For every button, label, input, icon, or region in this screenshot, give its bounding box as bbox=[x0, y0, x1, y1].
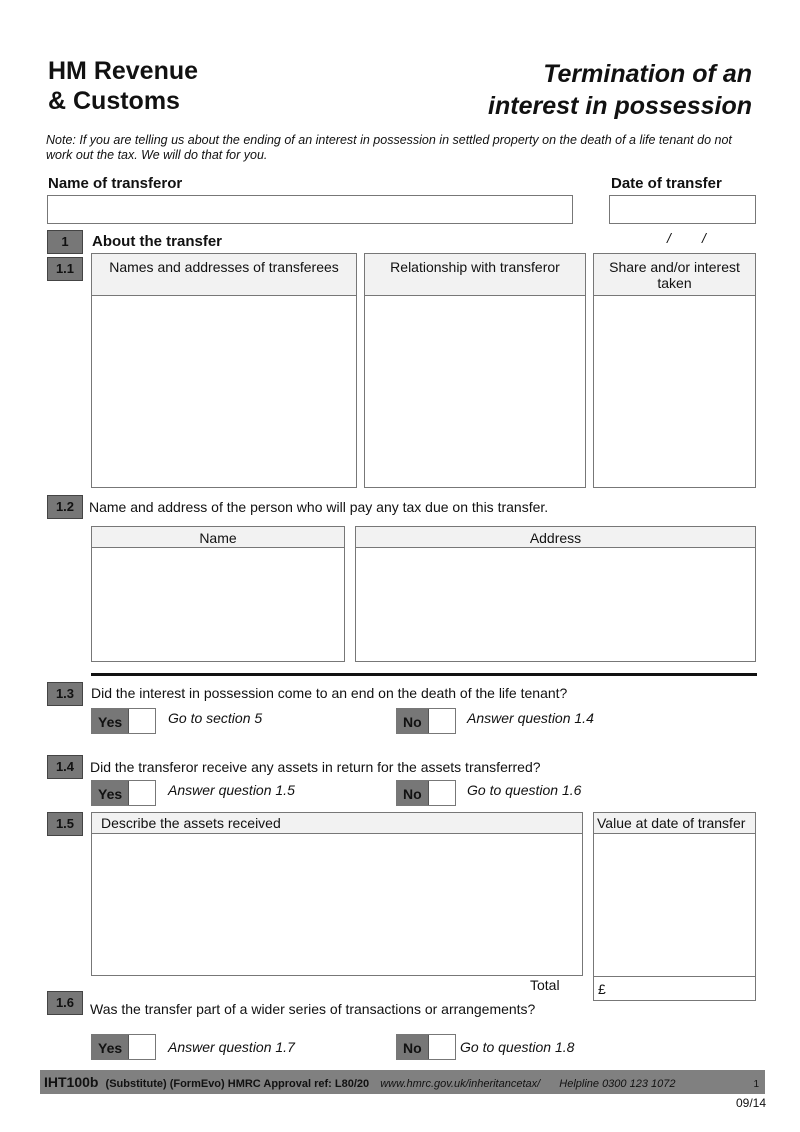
title-line-2: interest in possession bbox=[488, 92, 752, 120]
total-label: Total bbox=[530, 977, 560, 993]
question-number-1-5: 1.5 bbox=[47, 812, 83, 836]
value-column[interactable]: Value at date of transfer £ bbox=[593, 812, 756, 1001]
checkbox-square[interactable] bbox=[427, 1035, 455, 1059]
payer-address-header: Address bbox=[356, 527, 755, 548]
payer-address-field[interactable]: Address bbox=[355, 526, 756, 662]
no-label: No bbox=[397, 781, 428, 805]
org-name: HM Revenue & Customs bbox=[48, 56, 198, 116]
q1-4-yes-checkbox[interactable]: Yes bbox=[91, 780, 157, 806]
q1-6-no-instruction: Go to question 1.8 bbox=[460, 1039, 575, 1055]
checkbox-square[interactable] bbox=[128, 709, 156, 733]
total-value-field[interactable]: £ bbox=[594, 976, 755, 1001]
value-header: Value at date of transfer bbox=[594, 813, 755, 834]
question-number-1-3: 1.3 bbox=[47, 682, 83, 706]
question-number-1-4: 1.4 bbox=[47, 755, 83, 779]
checkbox-square[interactable] bbox=[427, 709, 455, 733]
q1-6-yes-instruction: Answer question 1.7 bbox=[168, 1039, 295, 1055]
question-number-1-2: 1.2 bbox=[47, 495, 83, 519]
question-number-1-6: 1.6 bbox=[47, 991, 83, 1015]
question-number-1-1: 1.1 bbox=[47, 257, 83, 281]
payer-name-field[interactable]: Name bbox=[91, 526, 345, 662]
checkbox-square[interactable] bbox=[128, 781, 156, 805]
org-line-1: HM Revenue bbox=[48, 57, 199, 85]
share-column[interactable]: Share and/or interest taken bbox=[593, 253, 756, 488]
date-separators: / / bbox=[666, 230, 706, 246]
currency-symbol: £ bbox=[598, 981, 606, 997]
note-text: Note: If you are telling us about the en… bbox=[46, 133, 732, 162]
q1-3-yes-instruction: Go to section 5 bbox=[168, 710, 263, 726]
yes-label: Yes bbox=[92, 1035, 129, 1059]
q1-6-no-checkbox[interactable]: No bbox=[396, 1034, 456, 1060]
q1-6-yes-checkbox[interactable]: Yes bbox=[91, 1034, 157, 1060]
title-line-1: Termination of an bbox=[543, 60, 752, 88]
assets-description-field[interactable]: Describe the assets received bbox=[91, 812, 583, 976]
date-of-transfer-label: Date of transfer bbox=[611, 175, 722, 192]
section-number: 1 bbox=[47, 230, 83, 254]
page-number: 1 bbox=[753, 1079, 759, 1090]
relationship-header: Relationship with transferor bbox=[365, 254, 585, 296]
transferees-header: Names and addresses of transferees bbox=[92, 254, 356, 296]
question-1-3-text: Did the interest in possession come to a… bbox=[91, 685, 568, 701]
org-line-2: & Customs bbox=[48, 87, 180, 115]
question-1-4-text: Did the transferor receive any assets in… bbox=[90, 759, 541, 775]
q1-3-no-checkbox[interactable]: No bbox=[396, 708, 456, 734]
checkbox-square[interactable] bbox=[128, 1035, 156, 1059]
website-link[interactable]: www.hmrc.gov.uk/inheritancetax/ bbox=[380, 1078, 540, 1090]
transferor-name-input[interactable] bbox=[47, 195, 573, 224]
form-code: IHT100b bbox=[44, 1074, 99, 1090]
payer-name-header: Name bbox=[92, 527, 344, 548]
transferees-column[interactable]: Names and addresses of transferees bbox=[91, 253, 357, 488]
q1-4-no-checkbox[interactable]: No bbox=[396, 780, 456, 806]
q1-3-no-instruction: Answer question 1.4 bbox=[467, 710, 594, 726]
question-1-2-text: Name and address of the person who will … bbox=[89, 499, 549, 515]
q1-3-yes-checkbox[interactable]: Yes bbox=[91, 708, 157, 734]
section-title: About the transfer bbox=[92, 233, 223, 250]
q1-4-yes-instruction: Answer question 1.5 bbox=[168, 782, 295, 798]
helpline: Helpline 0300 123 1072 bbox=[559, 1078, 676, 1090]
transferor-name-label: Name of transferor bbox=[48, 175, 183, 192]
relationship-column[interactable]: Relationship with transferor bbox=[364, 253, 586, 488]
yes-label: Yes bbox=[92, 709, 129, 733]
approval-ref: (Substitute) (FormEvo) HMRC Approval ref… bbox=[105, 1078, 370, 1090]
form-version: 09/14 bbox=[735, 1096, 766, 1110]
q1-4-no-instruction: Go to question 1.6 bbox=[467, 782, 582, 798]
date-of-transfer-input[interactable]: / / bbox=[609, 195, 756, 246]
assets-description-header: Describe the assets received bbox=[92, 813, 582, 834]
no-label: No bbox=[397, 709, 428, 733]
form-title: Termination of an interest in possession bbox=[488, 58, 752, 122]
question-1-6-text: Was the transfer part of a wider series … bbox=[90, 1001, 536, 1017]
checkbox-square[interactable] bbox=[427, 781, 455, 805]
section-divider bbox=[91, 673, 757, 676]
footer-bar: IHT100b (Substitute) (FormEvo) HMRC Appr… bbox=[40, 1070, 765, 1094]
no-label: No bbox=[397, 1035, 428, 1059]
yes-label: Yes bbox=[92, 781, 129, 805]
share-header: Share and/or interest taken bbox=[594, 254, 755, 296]
